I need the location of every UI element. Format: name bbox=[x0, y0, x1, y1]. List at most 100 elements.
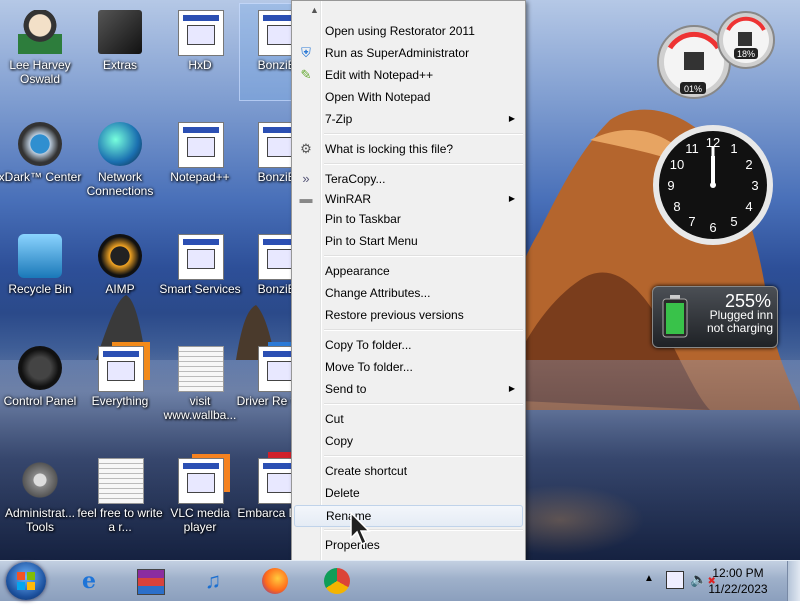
recycle-bin-icon bbox=[18, 234, 62, 278]
tray-show-hidden-icons[interactable]: ▲ bbox=[644, 573, 654, 584]
menu-item-pin-taskbar[interactable]: Pin to Taskbar bbox=[294, 208, 523, 230]
submenu-arrow-icon: ▶ bbox=[508, 114, 515, 123]
clock-date: 11/22/2023 bbox=[708, 582, 768, 596]
submenu-arrow-icon: ▶ bbox=[508, 194, 515, 203]
menu-item-label: Restore previous versions bbox=[325, 308, 464, 322]
desktop-icon-visit-wallba[interactable]: visit www.wallba... bbox=[160, 340, 240, 436]
battery-gadget[interactable]: 255% Plugged inn not charging bbox=[652, 286, 778, 348]
svg-text:8: 8 bbox=[673, 199, 680, 214]
menu-item-delete[interactable]: Delete bbox=[294, 482, 523, 504]
internet-explorer-icon: e bbox=[82, 568, 96, 594]
menu-item-copy-to-folder[interactable]: Copy To folder... bbox=[294, 334, 523, 356]
desktop-icon-hxd[interactable]: HxD bbox=[160, 4, 240, 100]
memory-usage-readout: 18% bbox=[737, 49, 755, 59]
menu-item-change-attributes[interactable]: Change Attributes... bbox=[294, 282, 523, 304]
icon-label: Lee Harvey Oswald bbox=[9, 58, 71, 86]
menu-item-label: Move To folder... bbox=[325, 360, 413, 374]
svg-text:2: 2 bbox=[745, 157, 752, 172]
taskbar-chrome[interactable] bbox=[310, 563, 364, 599]
menu-item-rename[interactable]: Rename bbox=[294, 505, 523, 527]
menu-item-label: Open With Notepad bbox=[325, 90, 431, 104]
taskbar-internet-explorer[interactable]: e bbox=[62, 563, 116, 599]
menu-item-copy[interactable]: Copy bbox=[294, 430, 523, 452]
desktop-icon-network-connections[interactable]: Network Connections bbox=[80, 116, 160, 212]
chrome-icon bbox=[324, 568, 350, 594]
menu-item-label: Pin to Start Menu bbox=[325, 234, 418, 248]
taskbar: e ♫ ▲ 🔈✖ 12:00 PM 11/22/2023 bbox=[0, 560, 800, 601]
taskbar-winrar[interactable] bbox=[124, 563, 178, 599]
application-icon bbox=[178, 234, 224, 280]
menu-separator bbox=[324, 455, 523, 457]
menu-item-appearance[interactable]: Appearance bbox=[294, 260, 523, 282]
menu-item-move-to-folder[interactable]: Move To folder... bbox=[294, 356, 523, 378]
menu-item-7zip[interactable]: 7-Zip ▶ bbox=[294, 108, 523, 130]
svg-text:7: 7 bbox=[688, 214, 695, 229]
menu-item-label: Open using Restorator 2011 bbox=[325, 24, 475, 38]
svg-text:4: 4 bbox=[745, 199, 752, 214]
network-tray-icon[interactable] bbox=[666, 571, 684, 589]
mouse-cursor-icon bbox=[350, 512, 371, 546]
clock-time: 12:00 PM bbox=[712, 566, 764, 580]
menu-item-pin-start[interactable]: Pin to Start Menu bbox=[294, 230, 523, 252]
menu-item-label: WinRAR bbox=[325, 192, 372, 206]
menu-item-winrar[interactable]: ▬ WinRAR ▶ bbox=[294, 188, 523, 210]
desktop-icon-aimp[interactable]: AIMP bbox=[80, 228, 160, 324]
icon-label: visit www.wallba... bbox=[163, 394, 237, 422]
cpu-meter-gadget[interactable]: 01% 18% bbox=[650, 8, 780, 100]
firefox-icon bbox=[262, 568, 288, 594]
menu-item-restore-versions[interactable]: Restore previous versions bbox=[294, 304, 523, 326]
menu-item-label: Appearance bbox=[325, 264, 390, 278]
desktop-icon-administrative-tools[interactable]: Administrat... Tools bbox=[0, 452, 80, 548]
menu-item-properties[interactable]: Properties bbox=[294, 534, 523, 556]
context-menu: ▲ Open using Restorator 2011 ⛨ Run as Sup… bbox=[291, 0, 526, 590]
menu-item-label: What is locking this file? bbox=[325, 142, 454, 156]
svg-text:11: 11 bbox=[685, 141, 699, 156]
battery-icon bbox=[662, 295, 688, 338]
desktop-icon-extras[interactable]: Extras bbox=[80, 4, 160, 100]
submenu-arrow-icon: ▶ bbox=[508, 384, 515, 393]
desktop-icon-notepadpp[interactable]: Notepad++ bbox=[160, 116, 240, 212]
clock-gadget[interactable]: 12 12 345 678 91011 bbox=[650, 122, 776, 248]
taskbar-music-player[interactable]: ♫ bbox=[186, 563, 240, 599]
menu-separator bbox=[324, 255, 523, 257]
menu-item-edit-notepadpp[interactable]: ✎ Edit with Notepad++ bbox=[294, 64, 523, 86]
desktop-icon-smart-services[interactable]: Smart Services bbox=[159, 228, 241, 324]
desktop-icon-feel-free[interactable]: feel free to write a r... bbox=[77, 452, 163, 548]
folder-icon bbox=[98, 10, 142, 54]
desktop-icon-lee-harvey-oswald[interactable]: Lee Harvey Oswald bbox=[0, 4, 80, 100]
menu-item-what-is-locking[interactable]: ⚙ What is locking this file? bbox=[294, 138, 523, 160]
taskbar-firefox[interactable] bbox=[248, 563, 302, 599]
icon-label: Extras bbox=[102, 58, 137, 72]
notepadpp-icon: ✎ bbox=[300, 67, 312, 82]
everything-icon bbox=[98, 346, 144, 392]
text-document-icon bbox=[178, 346, 224, 392]
aimp-icon bbox=[98, 234, 142, 278]
menu-item-teracopy[interactable]: » TeraCopy... bbox=[294, 168, 523, 190]
svg-text:10: 10 bbox=[670, 157, 684, 172]
teracopy-icon: » bbox=[302, 171, 310, 186]
gear-icon bbox=[18, 458, 62, 502]
desktop-icon-recycle-bin[interactable]: Recycle Bin bbox=[0, 228, 80, 324]
menu-item-open-restorator[interactable]: Open using Restorator 2011 bbox=[294, 20, 523, 42]
menu-item-run-as-superadmin[interactable]: ⛨ Run as SuperAdministrator bbox=[294, 42, 523, 64]
menu-item-create-shortcut[interactable]: Create shortcut bbox=[294, 460, 523, 482]
desktop-icon-control-panel[interactable]: Control Panel bbox=[0, 340, 80, 436]
menu-separator bbox=[324, 403, 523, 405]
menu-item-open-notepad[interactable]: Open With Notepad bbox=[294, 86, 523, 108]
battery-status-line2: not charging bbox=[706, 321, 773, 335]
menu-item-cut[interactable]: Cut bbox=[294, 408, 523, 430]
start-button[interactable] bbox=[6, 562, 46, 600]
gear-icon: ⚙ bbox=[300, 141, 312, 156]
desktop-icon-vlc[interactable]: VLC media player bbox=[160, 452, 240, 548]
desktop-icon-xdark-center[interactable]: xDark™ Center bbox=[0, 116, 81, 212]
menu-item-label: 7-Zip bbox=[325, 112, 353, 126]
show-desktop-button[interactable] bbox=[787, 561, 800, 601]
desktop-icon-everything[interactable]: Everything bbox=[80, 340, 160, 436]
menu-item-send-to[interactable]: Send to ▶ bbox=[294, 378, 523, 400]
control-panel-icon bbox=[18, 346, 62, 390]
cpu-usage-readout: 01% bbox=[684, 84, 702, 94]
network-globe-icon bbox=[98, 122, 142, 166]
system-clock[interactable]: 12:00 PM 11/22/2023 bbox=[698, 565, 778, 597]
menu-scroll-up-arrow[interactable]: ▲ bbox=[310, 5, 319, 15]
menu-item-label: Cut bbox=[325, 412, 344, 426]
